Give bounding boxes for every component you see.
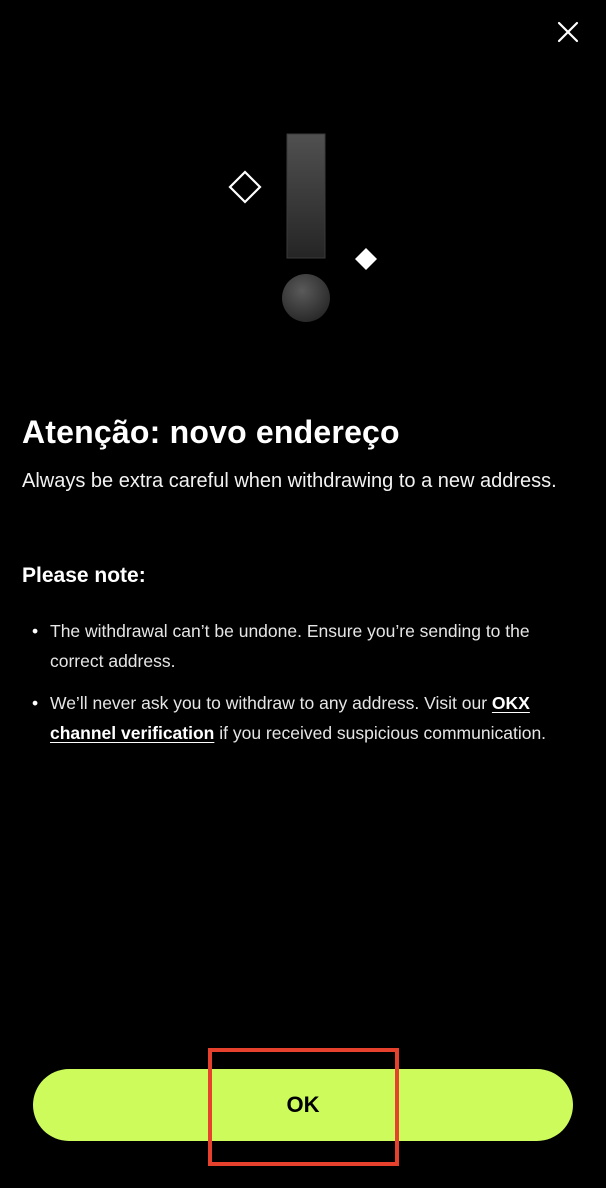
note-text-before: We’ll never ask you to withdraw to any a… <box>50 693 492 713</box>
page-subtitle: Always be extra careful when withdrawing… <box>22 470 557 492</box>
notes-list: • The withdrawal can’t be undone. Ensure… <box>22 616 584 760</box>
close-button[interactable] <box>552 16 584 48</box>
note-text-after: if you received suspicious communication… <box>214 723 547 743</box>
note-item-never-ask: • We’ll never ask you to withdraw to any… <box>22 688 584 748</box>
diamond-filled-icon <box>355 248 377 270</box>
note-heading: Please note: <box>22 564 146 587</box>
note-item-undone: • The withdrawal can’t be undone. Ensure… <box>22 616 584 676</box>
ok-button[interactable]: OK <box>33 1069 573 1141</box>
note-text: The withdrawal can’t be undone. Ensure y… <box>50 621 530 671</box>
page-title: Atenção: novo endereço <box>22 414 400 450</box>
diamond-outline-icon <box>228 170 262 204</box>
warning-illustration <box>228 133 377 322</box>
exclamation-icon <box>282 133 330 322</box>
bullet-icon: • <box>32 621 39 641</box>
close-icon <box>557 21 579 43</box>
bullet-icon: • <box>32 693 39 713</box>
